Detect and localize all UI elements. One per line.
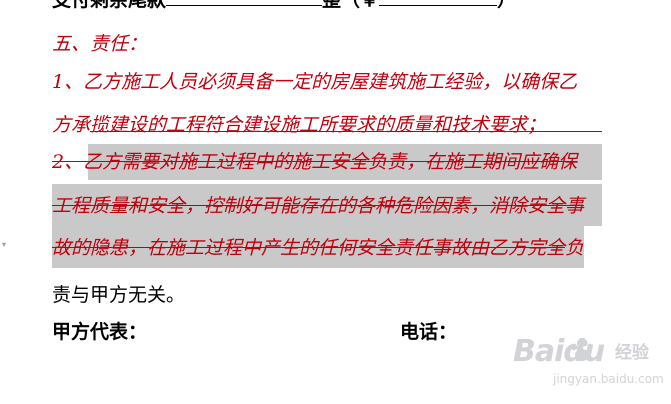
document-page: 支付剩余尾款 整（￥ ） 五、责任： 1、乙方施工人员必须具备一定的房屋建筑施工经验… <box>0 0 671 404</box>
paw-logo-icon <box>571 339 593 361</box>
phone-label: 电话： <box>400 321 458 343</box>
payment-line: 支付剩余尾款 整（￥ ） <box>52 0 516 12</box>
payment-prefix: 支付剩余尾款 <box>52 0 167 11</box>
watermark-brand-cn: 经验 <box>615 343 649 363</box>
party-a-label: 甲方代表： <box>52 321 148 343</box>
item2-line4: 责与甲方无关。 <box>52 284 186 306</box>
item1-line1: 1、乙方施工人员必须具备一定的房屋建筑施工经验，以确保乙 <box>52 71 578 93</box>
item2-line3: 故的隐患，在施工过程中产生的任何安全责任事故由乙方完全负 <box>52 236 584 260</box>
payment-middle: 整（￥ <box>322 0 380 11</box>
number-blank[interactable] <box>379 5 498 6</box>
amount-blank[interactable] <box>166 5 323 6</box>
item2-line3-tail: 负 <box>565 237 585 259</box>
revision-underline <box>90 131 602 132</box>
item2-line3-main: 故的隐患，在施工过程中产生的任何安全责任事故由乙方完全 <box>52 237 566 259</box>
margin-marker-icon: ▾ <box>2 240 7 249</box>
item2-line1: 2、乙方需要对施工过程中的施工安全负责，在施工期间应确保 <box>52 151 578 173</box>
watermark-url: jingyan.baidu.com <box>553 372 664 386</box>
baidu-jingyan-watermark: Baidu 经验 jingyan.baidu.com <box>497 330 664 390</box>
item2-line2: 工程质量和安全，控制好可能存在的各种危险因素，消除安全事 <box>52 195 585 217</box>
item1-line2: 方承揽建设的工程符合建设施工所要求的质量和技术要求； <box>52 114 547 136</box>
payment-suffix: ） <box>497 0 517 11</box>
section-title: 五、责任： <box>52 33 148 55</box>
